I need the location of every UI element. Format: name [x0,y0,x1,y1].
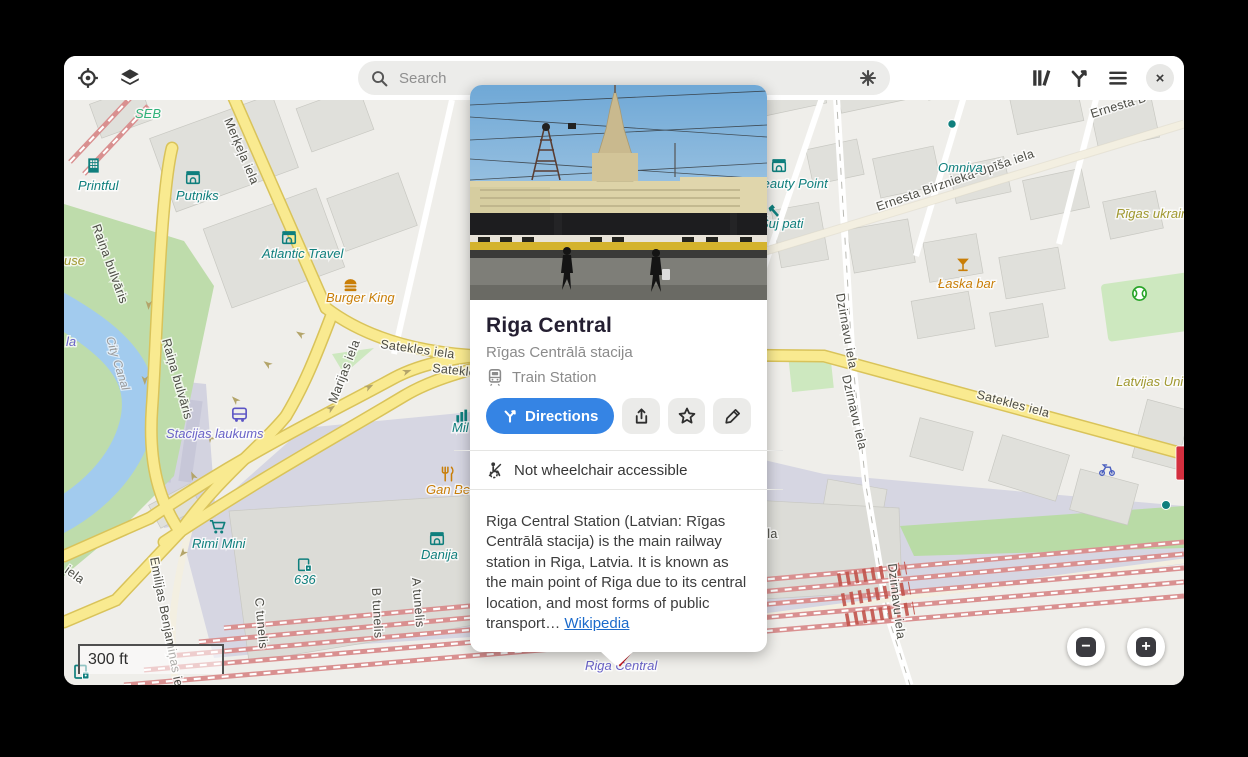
hamburger-icon [1109,71,1127,85]
map-label: Mil [452,420,470,435]
accessibility-status: Not wheelchair accessible [514,461,688,479]
train-icon [488,369,502,386]
place-description: Riga Central Station (Latvian: Rīgas Cen… [486,513,747,632]
map-label: 636 [294,572,316,587]
zoom-out-button[interactable]: − [1067,628,1105,666]
place-title: Riga Central [486,314,613,337]
zoom-in-button[interactable]: + [1127,628,1165,666]
map-label: use [64,253,85,268]
station-photo-illustration [470,85,767,300]
main-menu-button[interactable] [1107,67,1129,89]
map-label: Burger King [326,290,395,305]
wikipedia-link[interactable]: Wikipedia [564,615,629,632]
place-card: Riga Central Rīgas Centrālā stacija Trai… [454,85,783,666]
map-label: Printful [78,178,120,193]
poi-dot [1161,500,1171,510]
directions-button[interactable]: Directions [486,398,615,434]
map-label: Rimi Mini [192,536,247,551]
share-icon [635,407,647,424]
pencil-icon [725,408,740,424]
map-label: Rīgas ukrain [1116,206,1184,221]
locate-button[interactable] [77,67,99,89]
map-label: Omniva [938,160,983,175]
directions-label: Directions [525,407,599,425]
books-icon [1033,70,1051,86]
place-photo [470,85,767,300]
crosshair-icon [78,68,98,88]
scale-bar: 300 ft [78,644,224,674]
no-wheelchair-icon [488,462,502,479]
favorite-button[interactable] [667,398,706,434]
office-building-icon [88,158,99,173]
map-label: Putņiks [176,188,219,203]
map-label: Łaska bar [938,276,996,291]
routes-button[interactable] [1068,67,1090,89]
map-label: B tunelis [369,587,386,638]
star-icon [678,407,695,424]
route-fork-icon [504,410,516,423]
scale-label: 300 ft [88,651,129,668]
map-label: Stacijas laukums [166,426,264,441]
map-label: Danija [421,547,458,562]
place-category: Train Station [512,368,597,386]
stop-marker [1175,445,1184,481]
edit-button[interactable] [713,398,751,434]
share-button[interactable] [622,398,660,434]
close-window-button[interactable]: × [1146,64,1174,92]
plus-icon: + [1136,637,1156,657]
tennis-icon [1131,285,1148,302]
library-button[interactable] [1031,67,1053,89]
explore-asterisk-icon[interactable] [858,68,878,88]
route-fork-icon [1071,70,1087,88]
place-native-name: Rīgas Centrālā stacija [486,344,633,361]
minus-icon: − [1076,637,1096,657]
card-tail [600,651,634,666]
search-icon [372,70,388,86]
layers-button[interactable] [119,67,141,89]
poi-dot [947,119,957,129]
maps-window: SEB Printful Putņiks Merķeļa iela Atlant… [64,56,1184,685]
close-icon: × [1155,69,1165,87]
layers-icon [121,69,139,86]
map-label: la [66,334,76,349]
map-label: SEB [135,106,161,121]
map-label: Latvijas Univ [1116,374,1184,389]
map-label: Atlantic Travel [261,246,345,261]
